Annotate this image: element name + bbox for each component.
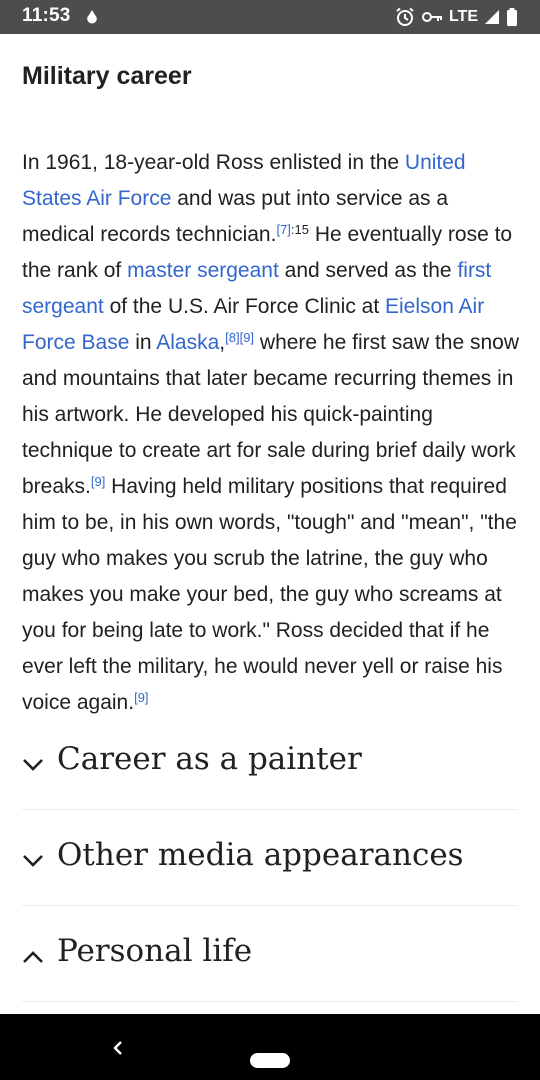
citation-link-9[interactable]: [9] [91,474,105,489]
paragraph-text: of the U.S. Air Force Clinic at [103,295,385,318]
citation-9: [9] [91,474,105,489]
citation-page: :15 [290,222,309,237]
citation-link-9[interactable]: [9] [134,690,148,705]
citation-link-9[interactable]: [9] [240,330,254,345]
alarm-icon [396,7,414,26]
home-pill-button[interactable] [250,1053,290,1068]
status-time: 11:53 [22,5,71,26]
vpn-key-icon [421,12,442,22]
paragraph-text: Having held military positions that requ… [22,475,517,714]
status-icons: LTE [395,6,518,28]
article-paragraph: In 1961, 18-year-old Ross enlisted in th… [22,145,520,721]
battery-icon [507,8,517,26]
section-title: Other media appearances [57,836,464,873]
article-content: Military career In 1961, 18-year-old Ros… [22,62,520,714]
citation-7: [7]:15 [276,222,309,237]
paragraph-text: and served as the [278,259,458,282]
section-heading: Military career [22,62,192,90]
chevron-up-icon [23,950,43,963]
citation-link-8[interactable]: [8] [225,330,239,345]
signal-icon [485,10,499,24]
section-personal-life[interactable]: Personal life [22,906,518,1002]
status-bar: 11:53 LTE [0,0,540,34]
section-other-media-appearances[interactable]: Other media appearances [22,810,518,906]
link-alaska[interactable]: Alaska [156,331,219,354]
network-type-label: LTE [448,8,478,25]
chevron-down-icon [23,758,43,771]
notification-dot-icon [87,10,97,24]
citation-9: [9] [134,690,148,705]
citation-8: [8] [225,330,239,345]
section-title: Personal life [57,932,253,969]
navigation-bar [0,1014,540,1080]
paragraph-text: In 1961, 18-year-old Ross enlisted in th… [22,151,405,174]
link-master-sergeant[interactable]: master sergeant [127,259,279,282]
paragraph-text: where he first saw the snow and mountain… [22,331,520,498]
section-career-as-a-painter[interactable]: Career as a painter [22,714,518,810]
back-icon[interactable] [109,1038,127,1058]
citation-link-7[interactable]: [7] [276,222,290,237]
chevron-down-icon [23,854,43,867]
section-title: Career as a painter [57,740,362,777]
citation-9: [9] [240,330,254,345]
paragraph-text: in [129,331,157,354]
